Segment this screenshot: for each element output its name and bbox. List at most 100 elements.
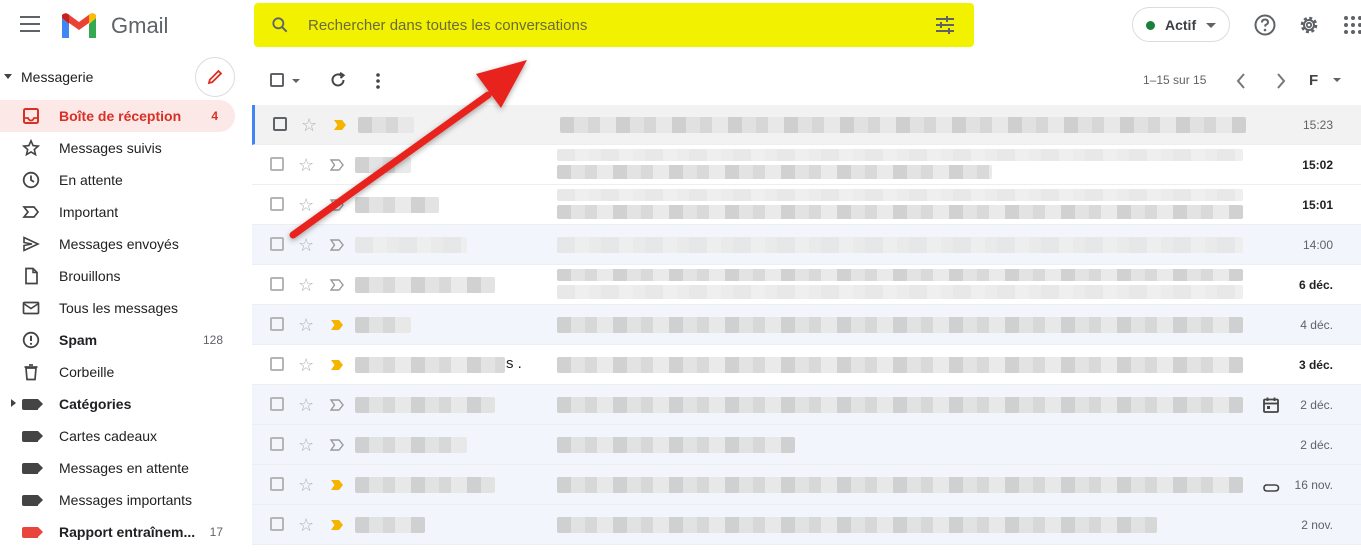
subject-redacted (557, 237, 1243, 253)
gear-icon[interactable] (1297, 13, 1321, 37)
mail-row[interactable]: ☆ 6 déc. (252, 265, 1361, 305)
mailbox-section-label: Messagerie (21, 69, 94, 85)
star-icon[interactable]: ☆ (298, 275, 314, 296)
row-checkbox[interactable] (270, 397, 284, 411)
sidebar-item-drafts[interactable]: Brouillons (0, 260, 240, 292)
sidebar-item-categories[interactable]: Catégories (0, 388, 240, 420)
sidebar-item-label: Cartes cadeaux (59, 428, 158, 444)
row-checkbox[interactable] (270, 477, 284, 491)
sender-redacted (355, 237, 467, 253)
row-checkbox[interactable] (273, 117, 287, 131)
subject-redacted (560, 117, 1246, 133)
important-marker-icon[interactable] (330, 238, 344, 252)
chevron-down-icon[interactable] (1333, 78, 1341, 82)
subject-redacted (557, 149, 1243, 161)
row-checkbox[interactable] (270, 317, 284, 331)
mail-date: 15:23 (1302, 118, 1333, 132)
search-input[interactable]: Rechercher dans toutes les conversations (308, 17, 587, 34)
row-checkbox[interactable] (270, 237, 284, 251)
caret-right-icon[interactable] (11, 399, 16, 407)
important-marker-icon[interactable] (330, 278, 344, 292)
important-marker-icon[interactable] (330, 198, 344, 212)
mail-row[interactable]: ☆ 4 déc. (252, 305, 1361, 345)
chevron-left-icon[interactable] (1234, 72, 1248, 90)
star-icon[interactable]: ☆ (298, 155, 314, 176)
row-checkbox[interactable] (270, 197, 284, 211)
sidebar-item-starred[interactable]: Messages suivis (0, 132, 240, 164)
sidebar-item-pending[interactable]: Messages en attente (0, 452, 240, 484)
important-marker-icon[interactable] (333, 118, 347, 132)
mail-row[interactable]: ☆ 16 nov. (252, 465, 1361, 505)
sender-redacted (355, 437, 467, 453)
mail-row[interactable]: ☆ 15:23 (252, 105, 1361, 145)
main-menu-button[interactable] (20, 16, 40, 32)
subject-redacted (557, 317, 1243, 333)
star-icon[interactable]: ☆ (298, 395, 314, 416)
apps-grid-icon[interactable] (1341, 13, 1361, 37)
important-marker-icon[interactable] (330, 518, 344, 532)
important-marker-icon[interactable] (330, 398, 344, 412)
pencil-icon (207, 69, 223, 85)
mail-row[interactable]: ☆ 15:02 (252, 145, 1361, 185)
sidebar-item-gift-cards[interactable]: Cartes cadeaux (0, 420, 240, 452)
star-icon[interactable]: ☆ (298, 235, 314, 256)
mail-row[interactable]: ☆ s . 3 déc. (252, 345, 1361, 385)
star-icon[interactable]: ☆ (298, 355, 314, 376)
sidebar-item-training-report[interactable]: Rapport entraînem... 17 (0, 516, 240, 548)
mail-row[interactable]: ☆ 2 nov. (252, 505, 1361, 545)
inbox-icon (23, 108, 39, 124)
sender-redacted (355, 317, 411, 333)
subject-redacted (557, 269, 1243, 281)
row-checkbox[interactable] (270, 157, 284, 171)
subject-redacted (557, 357, 1243, 373)
important-marker-icon[interactable] (330, 478, 344, 492)
star-icon[interactable]: ☆ (298, 195, 314, 216)
sidebar-item-inbox[interactable]: Boîte de réception 4 (0, 100, 235, 132)
gmail-logo (62, 13, 96, 38)
attachment-icon (1263, 484, 1280, 492)
star-icon[interactable]: ☆ (301, 115, 317, 136)
mail-list: ☆ 15:23 ☆ 15:02 ☆ 15:01 ☆ 14:00 ☆ 6 déc.… (252, 105, 1361, 545)
important-marker-icon[interactable] (330, 318, 344, 332)
search-bar[interactable]: Rechercher dans toutes les conversations (254, 3, 974, 47)
sidebar-item-spam[interactable]: Spam 128 (0, 324, 240, 356)
input-tools-button[interactable]: F (1309, 72, 1318, 89)
important-marker-icon[interactable] (330, 158, 344, 172)
mail-date: 2 déc. (1300, 398, 1333, 412)
search-options-icon[interactable] (934, 15, 956, 35)
sidebar-item-all-mail[interactable]: Tous les messages (0, 292, 240, 324)
row-checkbox[interactable] (270, 277, 284, 291)
select-all-checkbox[interactable] (270, 73, 284, 87)
mail-row[interactable]: ☆ 14:00 (252, 225, 1361, 265)
star-icon[interactable]: ☆ (298, 475, 314, 496)
star-icon[interactable]: ☆ (298, 435, 314, 456)
status-dropdown[interactable]: Actif (1132, 7, 1230, 42)
sidebar-item-trash[interactable]: Corbeille (0, 356, 240, 388)
select-dropdown-icon[interactable] (292, 79, 300, 83)
sender-redacted (355, 477, 495, 493)
compose-button[interactable] (195, 57, 235, 97)
mail-row[interactable]: ☆ 2 déc. (252, 385, 1361, 425)
star-icon[interactable]: ☆ (298, 515, 314, 536)
mail-date: 15:01 (1302, 198, 1333, 212)
star-icon[interactable]: ☆ (298, 315, 314, 336)
mail-row[interactable]: ☆ 2 déc. (252, 425, 1361, 465)
important-marker-icon[interactable] (330, 358, 344, 372)
chevron-right-icon[interactable] (1274, 72, 1288, 90)
row-checkbox[interactable] (270, 357, 284, 371)
row-checkbox[interactable] (270, 517, 284, 531)
important-marker-icon[interactable] (330, 438, 344, 452)
mail-row[interactable]: ☆ 15:01 (252, 185, 1361, 225)
row-checkbox[interactable] (270, 437, 284, 451)
refresh-icon[interactable] (329, 71, 347, 89)
mail-date: 4 déc. (1300, 318, 1333, 332)
sidebar-item-important[interactable]: Important (0, 196, 240, 228)
sender-fragment: s . (506, 355, 522, 372)
sidebar-item-sent[interactable]: Messages envoyés (0, 228, 240, 260)
sender-redacted (355, 357, 505, 373)
search-icon[interactable] (270, 15, 290, 35)
more-vert-icon[interactable] (375, 72, 381, 90)
sidebar-item-snoozed[interactable]: En attente (0, 164, 240, 196)
help-icon[interactable] (1253, 13, 1277, 37)
sidebar-item-important-messages[interactable]: Messages importants (0, 484, 240, 516)
